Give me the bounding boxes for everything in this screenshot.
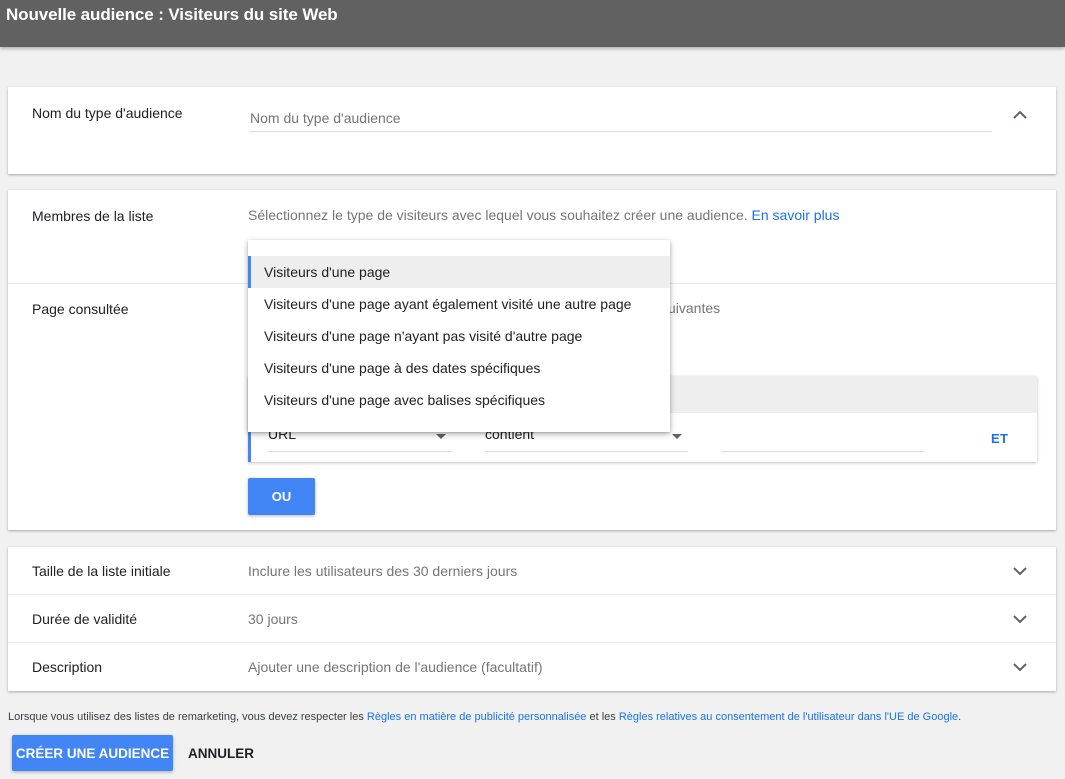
audience-name-input[interactable] (249, 104, 992, 132)
chevron-down-icon[interactable] (1008, 655, 1032, 679)
caret-down-icon (436, 434, 446, 439)
caret-down-icon (672, 434, 682, 439)
policy-note: Lorsque vous utilisez des listes de rema… (8, 711, 961, 723)
row-divider (8, 594, 1056, 595)
and-button[interactable]: ET (991, 431, 1008, 446)
policy-note-suffix: . (958, 711, 962, 723)
list-members-label: Membres de la liste (32, 208, 154, 224)
option-value: Ajouter une description de l'audience (f… (248, 659, 543, 675)
learn-more-link[interactable]: En savoir plus (752, 207, 840, 223)
dropdown-option[interactable]: Visiteurs d'une page (248, 256, 670, 288)
dropdown-option[interactable]: Visiteurs d'une page à des dates spécifi… (248, 352, 670, 384)
chevron-down-icon[interactable] (1008, 559, 1032, 583)
audience-name-card: Nom du type d'audience (8, 87, 1056, 174)
row-divider (8, 642, 1056, 643)
dropdown-option[interactable]: Visiteurs d'une page n'ayant pas visité … (248, 320, 670, 352)
policy-note-prefix: Lorsque vous utilisez des listes de rema… (8, 711, 367, 723)
chevron-down-icon[interactable] (1008, 607, 1032, 631)
personalized-ads-policy-link[interactable]: Règles en matière de publicité personnal… (367, 711, 587, 723)
page-visited-partial-text: uivantes (668, 300, 721, 316)
list-members-description: Sélectionnez le type de visiteurs avec l… (248, 207, 839, 223)
option-value: Inclure les utilisateurs des 30 derniers… (248, 563, 518, 579)
page-visited-label: Page consultée (32, 301, 129, 317)
top-bar: Nouvelle audience : Visiteurs du site We… (0, 0, 1065, 47)
option-label: Taille de la liste initiale (32, 563, 171, 579)
page-title: Nouvelle audience : Visiteurs du site We… (6, 5, 338, 24)
options-card: Taille de la liste initiale Inclure les … (8, 547, 1056, 691)
visitor-type-dropdown: Visiteurs d'une page Visiteurs d'une pag… (248, 240, 670, 432)
rule-value-input[interactable] (721, 422, 924, 452)
dropdown-option[interactable]: Visiteurs d'une page avec balises spécif… (248, 384, 670, 416)
option-value: 30 jours (248, 611, 298, 627)
or-button[interactable]: OU (248, 478, 315, 515)
audience-name-label: Nom du type d'audience (32, 105, 183, 121)
create-audience-button[interactable]: CRÉER UNE AUDIENCE (12, 735, 173, 771)
dropdown-option[interactable]: Visiteurs d'une page ayant également vis… (248, 288, 670, 320)
cancel-button[interactable]: ANNULER (180, 735, 262, 771)
option-label: Description (32, 659, 103, 675)
option-label: Durée de validité (32, 611, 138, 627)
list-members-description-text: Sélectionnez le type de visiteurs avec l… (248, 207, 748, 223)
eu-consent-policy-link[interactable]: Règles relatives au consentement de l'ut… (619, 711, 958, 723)
policy-note-mid: et les (586, 711, 619, 723)
chevron-up-icon[interactable] (1008, 102, 1032, 126)
